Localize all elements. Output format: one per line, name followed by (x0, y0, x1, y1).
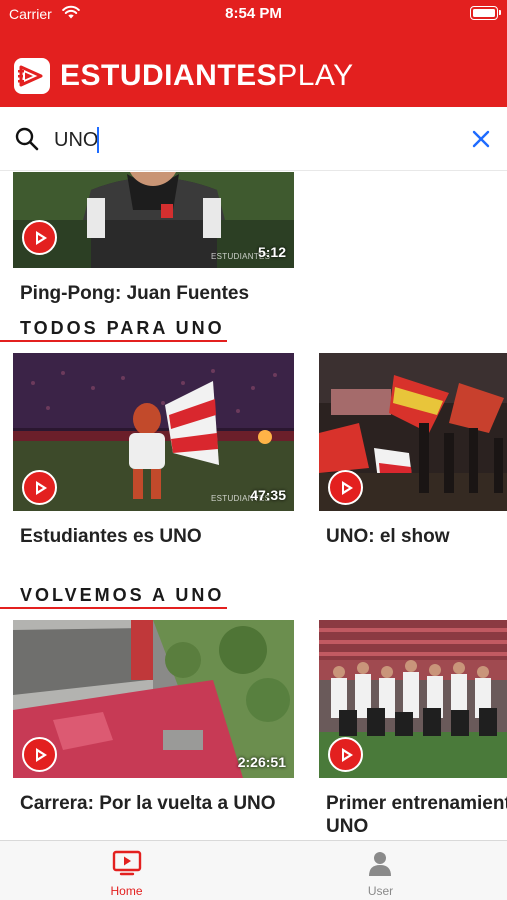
results-list[interactable]: ESTUDIANTES 5:12 Ping-Pong: Juan Fuentes… (0, 172, 507, 840)
brand-name: ESTUDIANTESPLAY (60, 57, 354, 95)
user-icon (368, 851, 392, 882)
video-title-line-2[interactable]: UNO (326, 816, 368, 838)
tab-home-label: Home (110, 884, 143, 898)
section-underline (0, 607, 227, 609)
tab-user[interactable]: User (254, 841, 507, 900)
video-title[interactable]: Carrera: Por la vuelta a UNO (20, 793, 276, 815)
video-title[interactable]: Ping-Pong: Juan Fuentes (20, 283, 249, 305)
video-duration: 2:26:51 (237, 754, 286, 770)
video-title[interactable]: UNO: el show (326, 526, 450, 548)
video-duration: 47:35 (250, 487, 286, 503)
section-title-volvemos-a-uno: VOLVEMOS A UNO (20, 585, 225, 605)
search-input[interactable] (54, 125, 434, 155)
video-title[interactable]: Estudiantes es UNO (20, 526, 202, 548)
play-button-icon[interactable] (328, 737, 363, 772)
video-thumbnail-ping-pong[interactable]: ESTUDIANTES 5:12 (13, 172, 294, 268)
text-cursor (97, 127, 99, 153)
tv-play-icon (112, 850, 142, 881)
tab-user-label: User (367, 884, 394, 898)
section-title-todos-para-uno: TODOS PARA UNO (20, 318, 225, 338)
brand-name-light: PLAY (277, 59, 354, 92)
brand-name-bold: ESTUDIANTES (60, 59, 278, 92)
brand-logo: ESTUDIANTESPLAY (14, 57, 354, 95)
search-bar (0, 107, 507, 171)
battery-icon (470, 6, 501, 20)
section-underline (0, 340, 227, 342)
play-button-icon[interactable] (22, 220, 57, 255)
video-thumbnail-carrera[interactable]: 2:26:51 (13, 620, 294, 778)
video-thumbnail-primer-entrenamiento[interactable] (319, 620, 507, 778)
status-bar: Carrier 8:54 PM (0, 0, 507, 28)
play-button-icon[interactable] (22, 737, 57, 772)
play-logo-icon (14, 58, 50, 94)
tab-bar: Home User (0, 840, 507, 900)
search-icon (14, 126, 40, 157)
close-icon[interactable] (471, 129, 491, 154)
video-thumbnail-uno-el-show[interactable] (319, 353, 507, 511)
play-button-icon[interactable] (22, 470, 57, 505)
video-title-line-1[interactable]: Primer entrenamiento (326, 793, 507, 815)
status-time: 8:54 PM (225, 5, 282, 22)
play-button-icon[interactable] (328, 470, 363, 505)
video-thumbnail-estudiantes-es-uno[interactable]: ESTUDIANTES 47:35 (13, 353, 294, 511)
tab-home[interactable]: Home (0, 841, 253, 900)
video-duration: 5:12 (257, 244, 286, 260)
